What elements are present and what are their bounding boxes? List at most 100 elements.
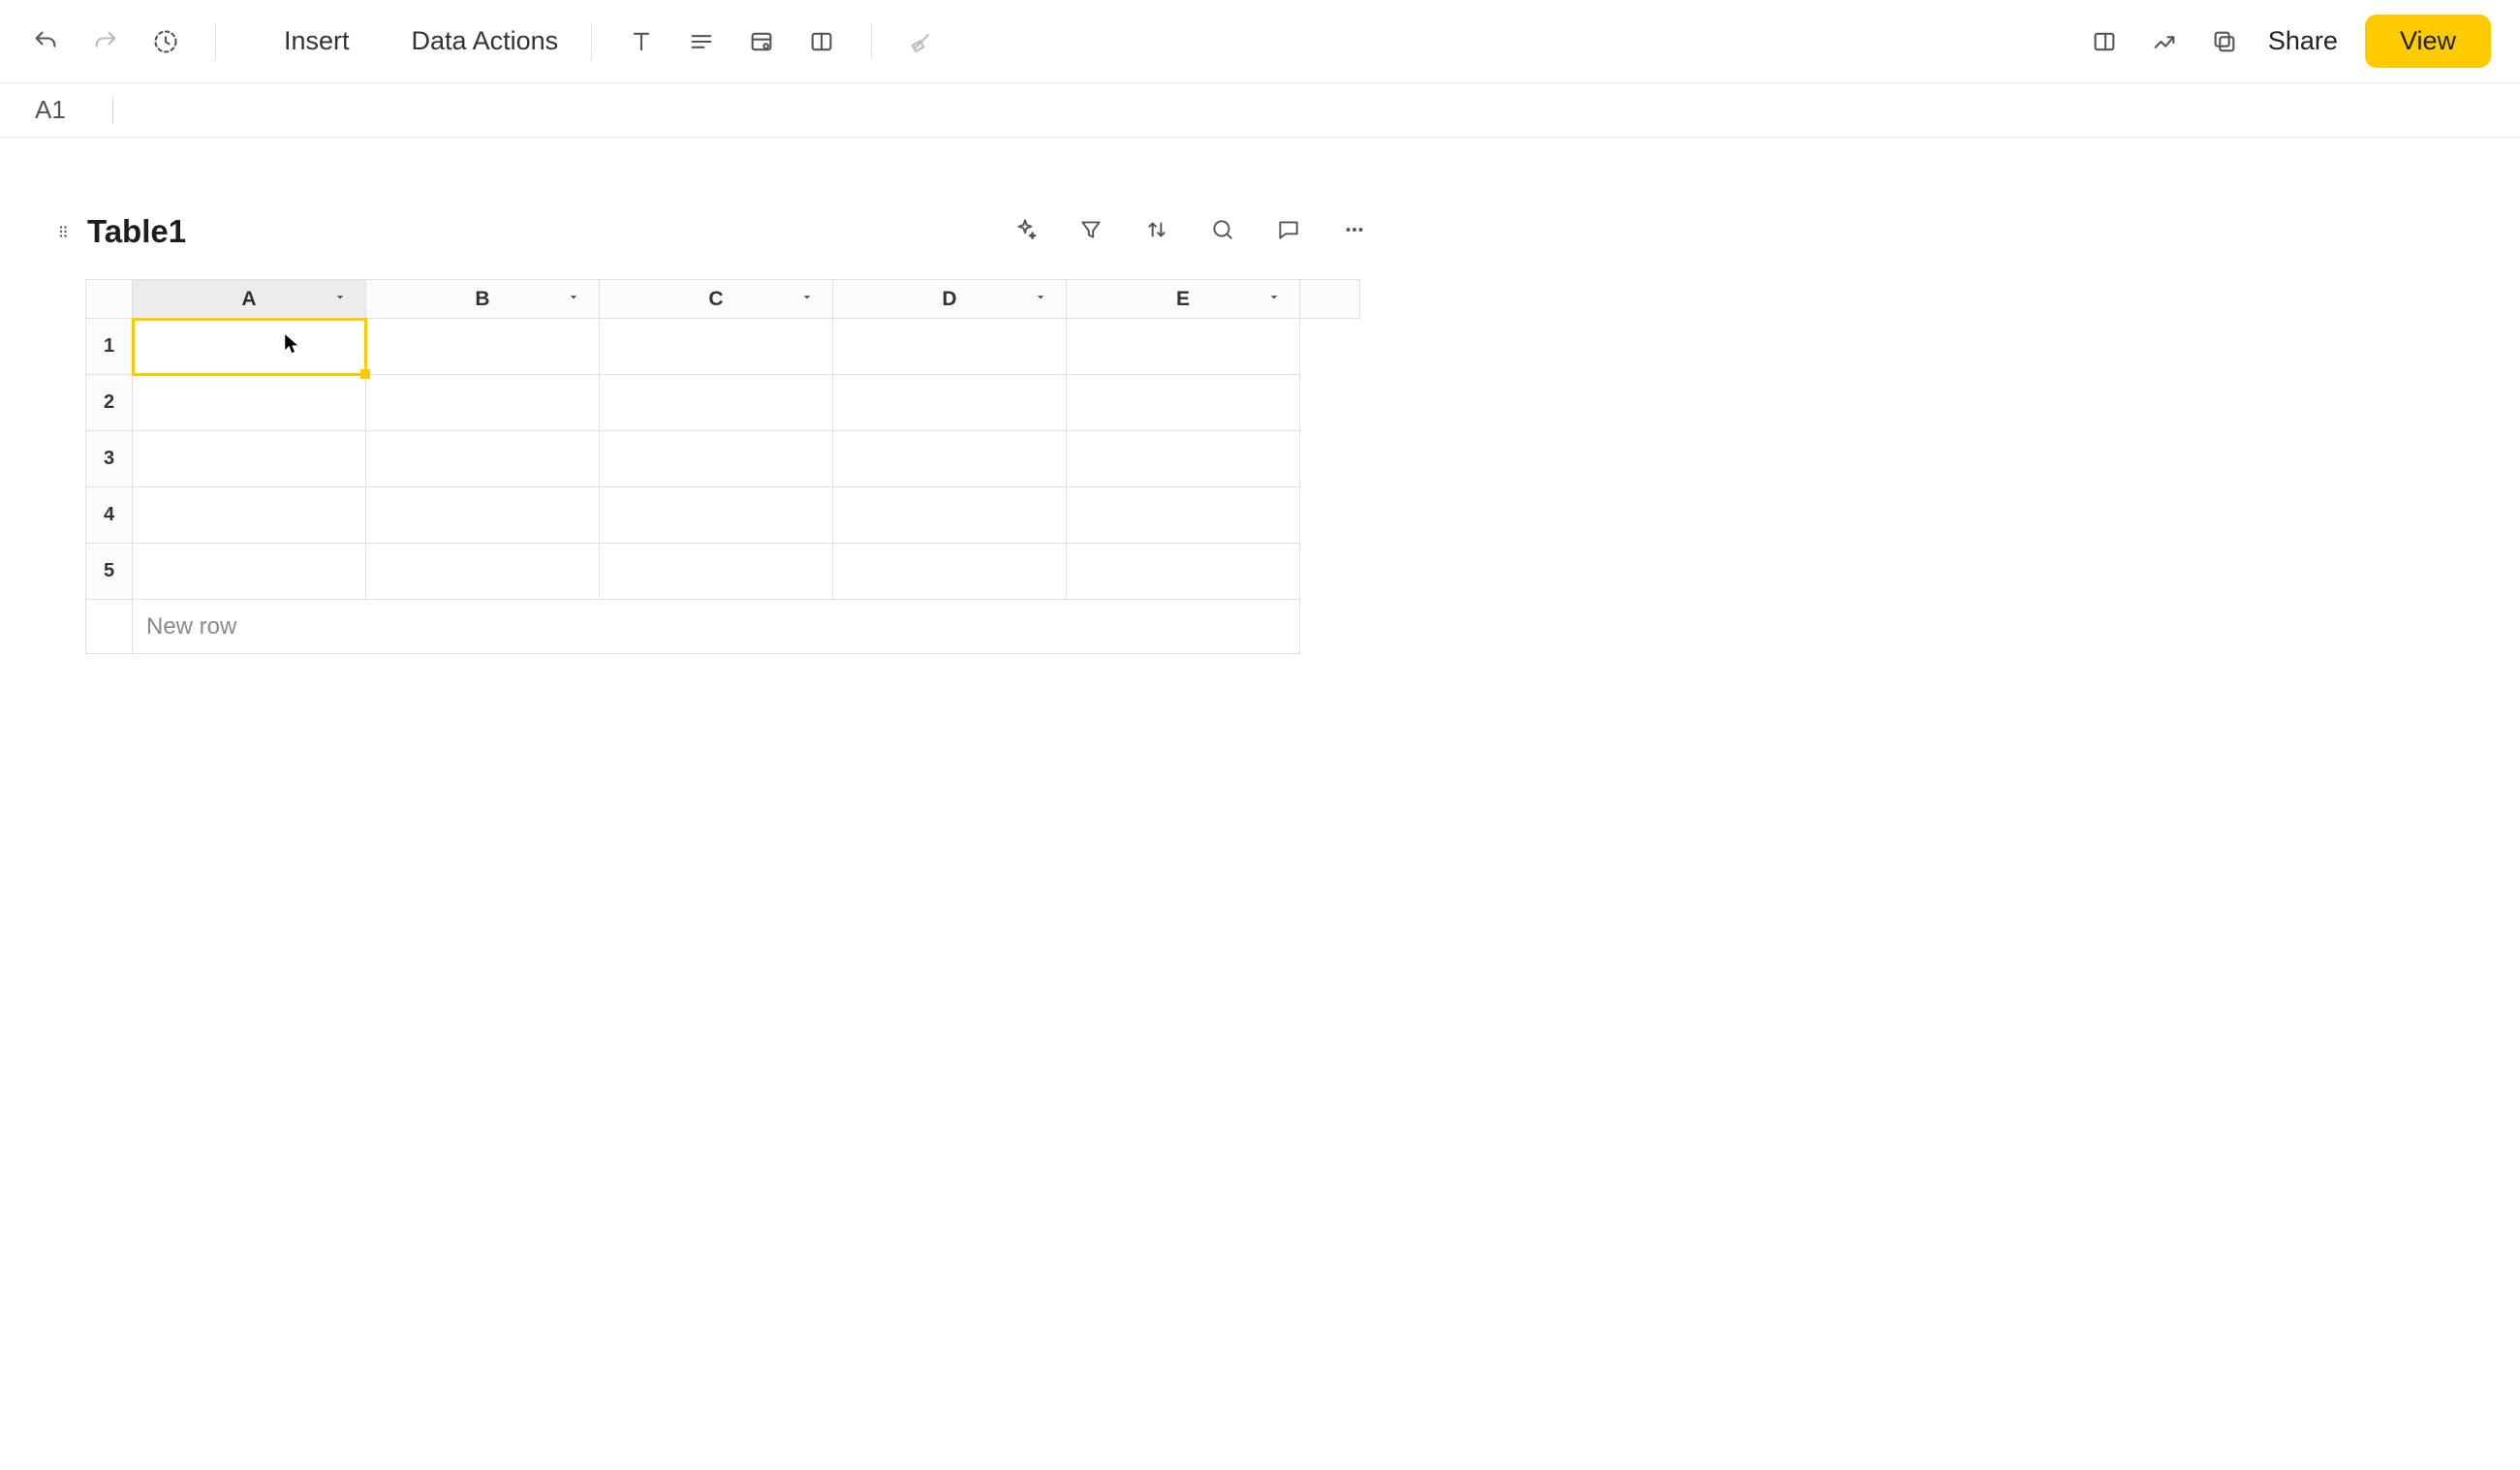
sort-icon	[1144, 217, 1169, 242]
plus-icon	[16, 220, 39, 243]
filter-button[interactable]	[1074, 213, 1107, 246]
cell-d2[interactable]	[833, 375, 1067, 431]
cell-e2[interactable]	[1067, 375, 1300, 431]
column-label: C	[708, 288, 723, 310]
drag-handle[interactable]	[54, 218, 74, 245]
row-header[interactable]: 1	[86, 319, 133, 375]
column-header-e[interactable]: E	[1067, 280, 1300, 319]
undo-button[interactable]	[29, 25, 62, 58]
cell-c2[interactable]	[600, 375, 833, 431]
column-header-c[interactable]: C	[600, 280, 833, 319]
corner-cell[interactable]	[86, 280, 133, 319]
cell-a4[interactable]	[133, 487, 366, 544]
new-row-button[interactable]: New row	[86, 600, 1360, 654]
row-header[interactable]: 5	[86, 544, 133, 600]
column-dropdown[interactable]	[1266, 289, 1282, 309]
ai-button[interactable]	[1009, 213, 1042, 246]
cell-b1[interactable]	[366, 319, 600, 375]
view-button[interactable]: View	[2365, 15, 2491, 68]
cell-format-button[interactable]	[745, 25, 778, 58]
cell-format-icon	[748, 28, 775, 55]
refbar-separator	[112, 97, 113, 124]
table-title[interactable]: Table1	[87, 213, 186, 250]
cell-b4[interactable]	[366, 487, 600, 544]
cell-reference[interactable]: A1	[35, 95, 103, 125]
row-header[interactable]: 4	[86, 487, 133, 544]
cell-a2[interactable]	[133, 375, 366, 431]
data-actions-button[interactable]: Data Actions	[377, 26, 559, 56]
align-icon	[688, 28, 715, 55]
table-row: 1	[86, 319, 1360, 375]
column-header-b[interactable]: B	[366, 280, 600, 319]
text-icon	[628, 28, 655, 55]
layout-button[interactable]	[805, 25, 838, 58]
cell-e5[interactable]	[1067, 544, 1300, 600]
filter-icon	[1078, 217, 1104, 242]
plus-icon	[99, 612, 120, 634]
cell-e4[interactable]	[1067, 487, 1300, 544]
clear-format-button[interactable]	[905, 25, 938, 58]
row-header[interactable]: 2	[86, 375, 133, 431]
cell-c1[interactable]	[600, 319, 833, 375]
play-circle-icon	[377, 29, 402, 54]
share-button[interactable]: Share	[2268, 26, 2338, 56]
column-dropdown[interactable]	[566, 289, 581, 309]
more-button[interactable]	[1338, 213, 1371, 246]
cell-d4[interactable]	[833, 487, 1067, 544]
insert-button[interactable]: Insert	[249, 26, 350, 56]
sort-button[interactable]	[1140, 213, 1173, 246]
cell-a5[interactable]	[133, 544, 366, 600]
comment-panel-icon	[2091, 28, 2118, 55]
column-dropdown[interactable]	[332, 289, 348, 309]
column-dropdown[interactable]	[799, 289, 815, 309]
comment-button[interactable]	[1272, 213, 1305, 246]
cell-c5[interactable]	[600, 544, 833, 600]
cell-d5[interactable]	[833, 544, 1067, 600]
chevron-down-icon	[1266, 289, 1282, 304]
search-button[interactable]	[1206, 213, 1239, 246]
search-icon	[1210, 217, 1235, 242]
column-header-a[interactable]: A	[133, 280, 366, 319]
data-actions-label: Data Actions	[412, 26, 559, 56]
add-column-button[interactable]	[1300, 280, 1360, 319]
redo-icon	[92, 28, 119, 55]
history-icon	[152, 28, 179, 55]
cell-e1[interactable]	[1067, 319, 1300, 375]
add-element-button[interactable]	[14, 218, 41, 245]
cell-b2[interactable]	[366, 375, 600, 431]
copy-button[interactable]	[2208, 25, 2241, 58]
history-button[interactable]	[149, 25, 182, 58]
canvas: Table1 A	[0, 138, 2520, 654]
top-toolbar: Insert Data Actions	[0, 0, 2520, 83]
comments-panel-button[interactable]	[2088, 25, 2121, 58]
new-row-label: New row	[146, 613, 236, 640]
cell-e3[interactable]	[1067, 431, 1300, 487]
clear-format-icon	[908, 28, 935, 55]
table-row: 2	[86, 375, 1360, 431]
cell-d1[interactable]	[833, 319, 1067, 375]
column-header-row: A B C D	[86, 280, 1360, 319]
cell-b3[interactable]	[366, 431, 600, 487]
cell-a1[interactable]	[133, 319, 366, 375]
undo-icon	[32, 28, 59, 55]
text-format-button[interactable]	[625, 25, 658, 58]
toolbar-separator	[591, 23, 592, 60]
redo-button[interactable]	[89, 25, 122, 58]
layout-icon	[808, 28, 835, 55]
row-header[interactable]: 3	[86, 431, 133, 487]
trend-button[interactable]	[2148, 25, 2181, 58]
toolbar-separator	[215, 23, 216, 60]
toolbar-right: Share View	[2088, 15, 2491, 68]
column-dropdown[interactable]	[1033, 289, 1048, 309]
copy-icon	[2211, 28, 2238, 55]
column-header-d[interactable]: D	[833, 280, 1067, 319]
chevron-down-icon	[799, 289, 815, 304]
column-label: D	[942, 288, 956, 310]
comment-icon	[1276, 217, 1301, 242]
align-button[interactable]	[685, 25, 718, 58]
cell-c3[interactable]	[600, 431, 833, 487]
cell-c4[interactable]	[600, 487, 833, 544]
cell-a3[interactable]	[133, 431, 366, 487]
cell-d3[interactable]	[833, 431, 1067, 487]
cell-b5[interactable]	[366, 544, 600, 600]
